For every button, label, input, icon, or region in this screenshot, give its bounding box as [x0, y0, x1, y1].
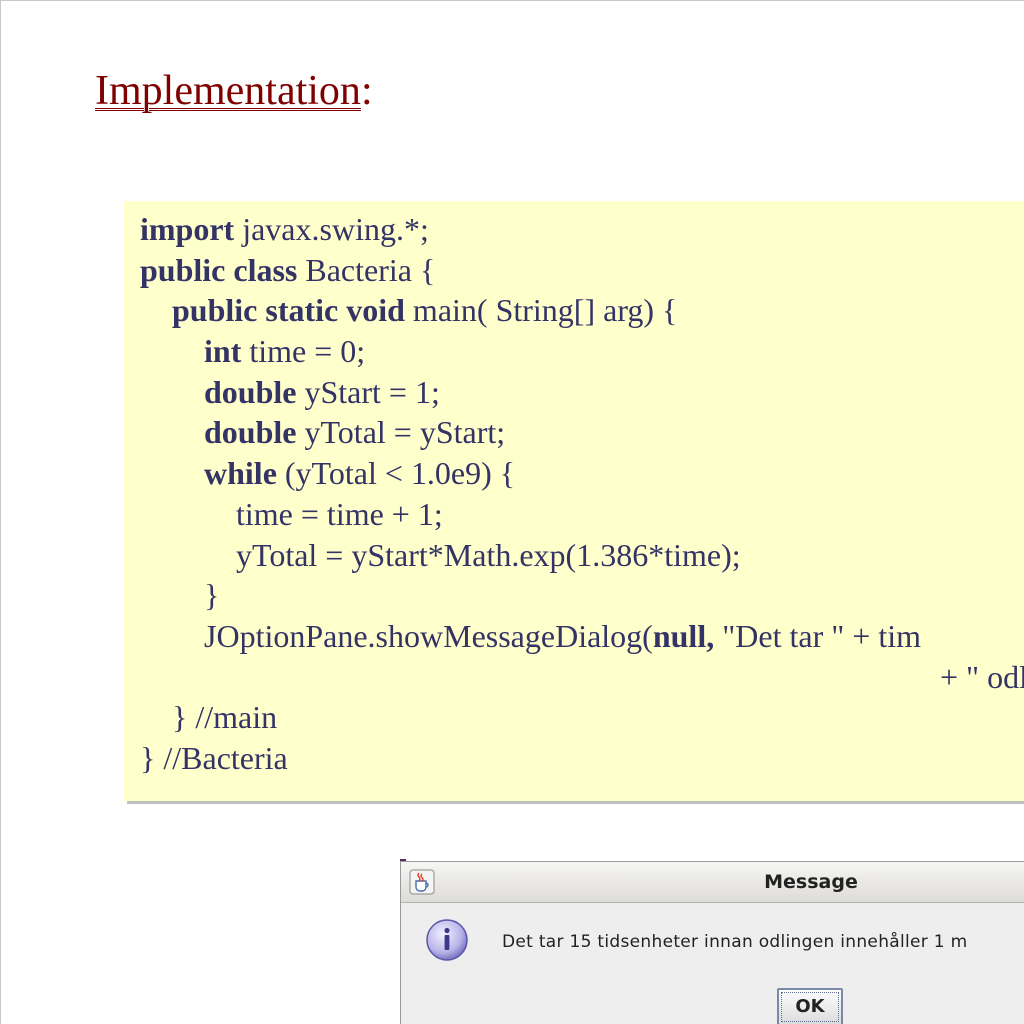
code-keyword: double — [204, 373, 297, 410]
code-text: main( String[] arg) { — [404, 292, 678, 329]
code-line: yTotal = yStart*Math.exp(1.386*time); — [140, 535, 1024, 576]
code-line: } — [140, 575, 1024, 616]
code-block: import javax.swing.*; public class Bacter… — [124, 201, 1024, 801]
code-text: Bacteria { — [297, 251, 436, 288]
code-keyword: class — [233, 251, 298, 288]
information-icon — [426, 919, 468, 961]
code-text: yTotal = yStart; — [296, 414, 506, 451]
code-text: + " odlingen innehåll — [940, 658, 1024, 695]
code-keyword: while — [204, 455, 277, 492]
slide-title-colon: : — [360, 68, 373, 114]
code-line: time = time + 1; — [140, 494, 1024, 535]
code-line: public static void main( String[] arg) { — [140, 290, 1024, 331]
code-line: } //main — [140, 697, 1024, 738]
code-line: + " odlingen innehåll — [140, 657, 1024, 698]
code-text: javax.swing.*; — [234, 211, 429, 247]
slide-title-text: Implementation — [95, 68, 361, 114]
slide: Implementation: import javax.swing.*; pub… — [0, 0, 1024, 1024]
code-keyword: public — [140, 251, 226, 288]
code-text: } — [204, 577, 220, 614]
dialog-message: Det tar 15 tidsenheter innan odlingen in… — [502, 932, 968, 952]
code-listing: import javax.swing.*; public class Bacter… — [140, 209, 1024, 779]
code-keyword: import — [140, 211, 235, 247]
code-line: public class Bacteria { — [140, 250, 1024, 291]
dialog-title: Message — [764, 871, 858, 893]
code-text: } //Bacteria — [140, 739, 288, 776]
code-text: (yTotal < 1.0e9) { — [276, 455, 516, 492]
code-line: JOptionPane.showMessageDialog(null, "Det… — [140, 616, 1024, 657]
code-keyword: null, — [652, 617, 715, 654]
code-text: } //main — [172, 699, 278, 736]
code-line: import javax.swing.*; — [140, 209, 1024, 250]
code-line: double yStart = 1; — [140, 372, 1024, 413]
message-dialog: Message Det tar 15 tidsenheter innan odl… — [400, 861, 1024, 1024]
code-keyword: static — [265, 292, 339, 329]
code-line: while (yTotal < 1.0e9) { — [140, 453, 1024, 494]
code-keyword: int — [204, 333, 242, 370]
slide-title: Implementation: — [95, 65, 373, 117]
code-text: yStart = 1; — [296, 373, 440, 410]
code-text: yTotal = yStart*Math.exp(1.386*time); — [236, 536, 741, 573]
code-line: double yTotal = yStart; — [140, 412, 1024, 453]
ok-button[interactable]: OK — [777, 988, 843, 1024]
code-keyword: public — [172, 292, 258, 329]
code-text: time = time + 1; — [236, 495, 443, 532]
code-text: time = 0; — [241, 333, 366, 370]
code-text: JOptionPane.showMessageDialog( — [204, 617, 653, 654]
code-text: "Det tar " + tim — [714, 617, 921, 654]
dialog-titlebar[interactable]: Message — [401, 862, 1024, 903]
code-line: } //Bacteria — [140, 738, 1024, 779]
code-keyword: double — [204, 414, 297, 451]
code-keyword: void — [346, 292, 405, 329]
code-line: int time = 0; — [140, 331, 1024, 372]
